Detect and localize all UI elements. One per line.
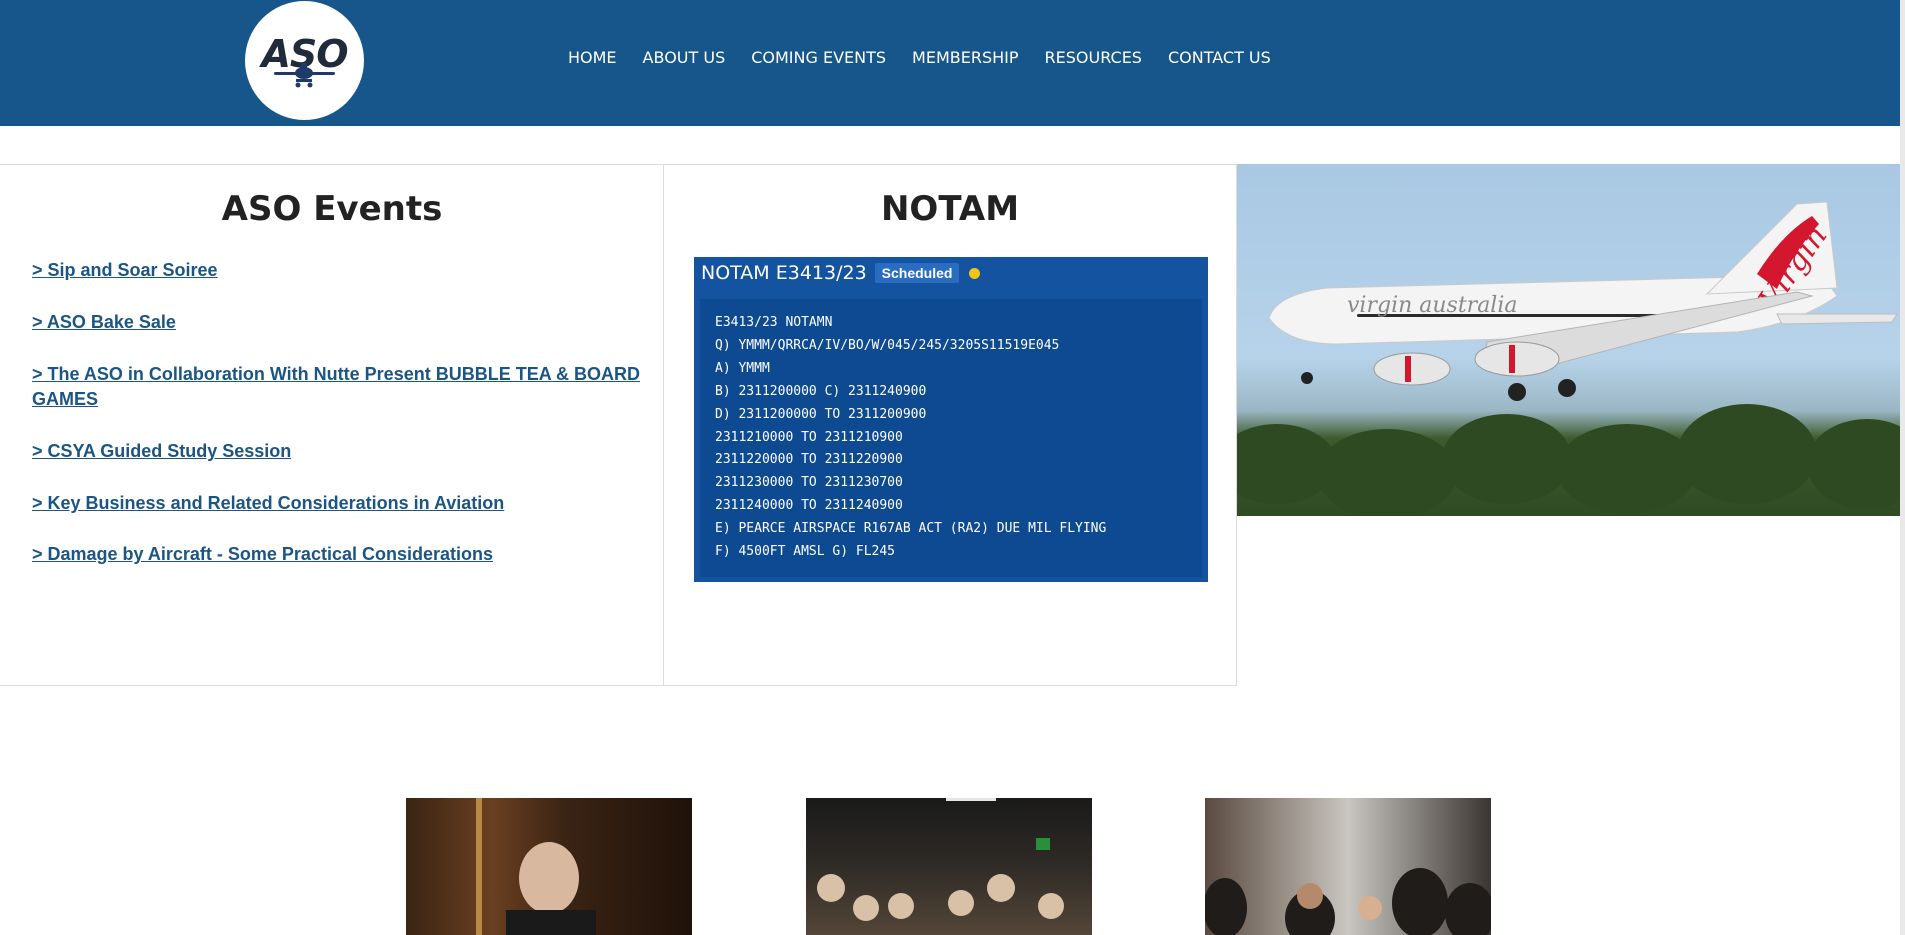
- event-link-csya-study[interactable]: > CSYA Guided Study Session: [32, 439, 652, 464]
- notam-line: B) 2311200000 C) 2311240900: [715, 383, 927, 399]
- notam-line: D) 2311200000 TO 2311200900: [715, 406, 927, 422]
- main-nav: HOME ABOUT US COMING EVENTS MEMBERSHIP R…: [568, 48, 1297, 67]
- site-header: ASO HOME ABOUT US COMING EVENTS MEMBERSH…: [0, 0, 1900, 126]
- notam-panel: NOTAM NOTAM E3413/23 Scheduled E3413/23 …: [664, 165, 1236, 685]
- event-link-key-business[interactable]: > Key Business and Related Consideration…: [32, 491, 652, 516]
- status-dot-icon: [969, 267, 981, 279]
- notam-title: NOTAM: [880, 189, 1020, 229]
- notam-header: NOTAM E3413/23 Scheduled: [701, 262, 981, 284]
- status-badge: Scheduled: [874, 263, 960, 283]
- nav-about-us[interactable]: ABOUT US: [643, 48, 726, 67]
- event-photo-2: [806, 798, 1092, 935]
- notam-line: 2311240000 TO 2311240900: [715, 498, 903, 514]
- nav-home[interactable]: HOME: [568, 48, 617, 67]
- person-silhouette: [476, 798, 596, 935]
- event-link-bake-sale[interactable]: > ASO Bake Sale: [32, 310, 652, 335]
- event-photo-1: [406, 798, 692, 935]
- notam-id: NOTAM E3413/23: [701, 262, 867, 284]
- event-link-bubble-tea[interactable]: > The ASO in Collaboration With Nutte Pr…: [32, 362, 652, 412]
- events-panel: ASO Events > Sip and Soar Soiree > ASO B…: [0, 165, 664, 685]
- nav-resources[interactable]: RESOURCES: [1045, 48, 1142, 67]
- content-panels: ASO Events > Sip and Soar Soiree > ASO B…: [0, 164, 1237, 686]
- airplane-illustration: Virgin virgin australia: [1237, 201, 1900, 516]
- event-photo-3: [1205, 798, 1491, 935]
- nav-contact-us[interactable]: CONTACT US: [1168, 48, 1271, 67]
- group-silhouette: [817, 798, 1064, 921]
- hero-airplane-image: Virgin virgin australia: [1237, 164, 1900, 516]
- notam-line: E3413/23 NOTAMN: [715, 315, 833, 330]
- notam-line: 2311230000 TO 2311230700: [715, 475, 903, 491]
- notam-line: A) YMMM: [715, 360, 770, 376]
- notam-line: 2311220000 TO 2311220900: [715, 452, 903, 468]
- notam-line: E) PEARCE AIRSPACE R167AB ACT (RA2) DUE …: [715, 521, 1107, 537]
- notam-line: 2311210000 TO 2311210900: [715, 429, 903, 445]
- notam-body: E3413/23 NOTAMN Q) YMMM/QRRCA/IV/BO/W/04…: [700, 299, 1202, 577]
- notam-card: NOTAM E3413/23 Scheduled E3413/23 NOTAMN…: [694, 257, 1208, 582]
- livery-text: virgin australia: [1347, 293, 1518, 318]
- notam-line: Q) YMMM/QRRCA/IV/BO/W/045/245/3205S11519…: [715, 337, 1060, 353]
- event-link-damage-by-aircraft[interactable]: > Damage by Aircraft - Some Practical Co…: [32, 542, 652, 567]
- scrollbar[interactable]: [1900, 0, 1905, 935]
- events-title: ASO Events: [221, 189, 443, 229]
- nav-coming-events[interactable]: COMING EVENTS: [751, 48, 886, 67]
- event-link-sip-and-soar[interactable]: > Sip and Soar Soiree: [32, 258, 652, 283]
- crowd-silhouette: [1205, 868, 1491, 935]
- nav-membership[interactable]: MEMBERSHIP: [912, 48, 1018, 67]
- notam-line: F) 4500FT AMSL G) FL245: [715, 544, 896, 560]
- aso-logo[interactable]: ASO: [245, 1, 364, 120]
- airplane-icon: [274, 63, 335, 88]
